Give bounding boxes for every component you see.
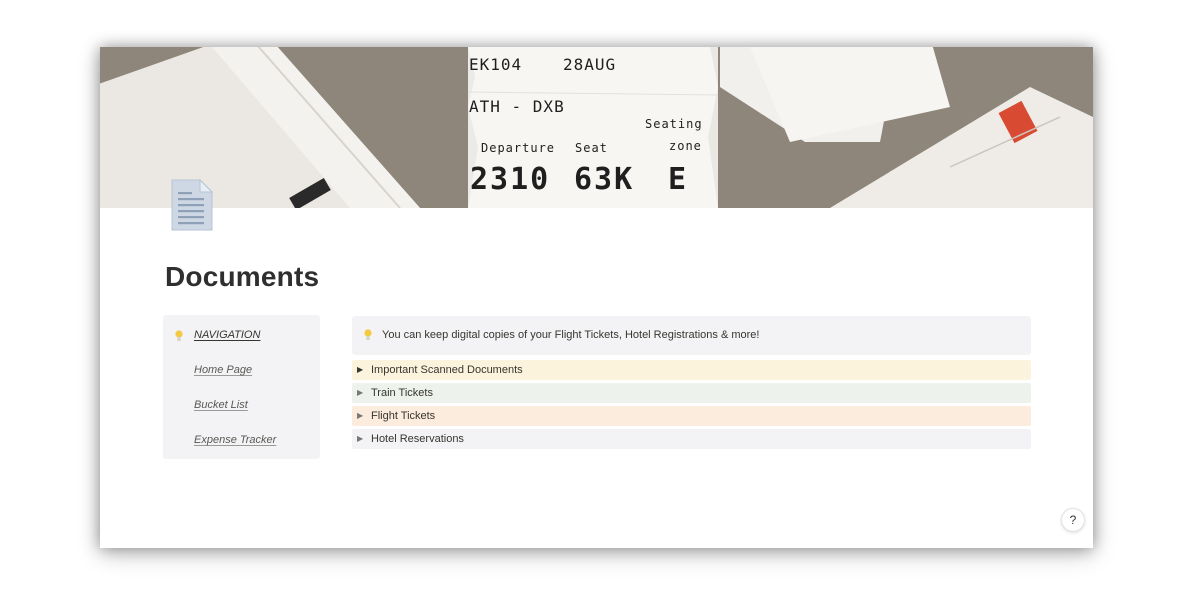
nav-link-expense-tracker[interactable]: Expense Tracker (194, 434, 276, 446)
navigation-callout: NAVIGATION Home Page Bucket List Expense… (163, 315, 320, 459)
toggle-label: Flight Tickets (371, 410, 436, 422)
toggle-arrow-icon[interactable]: ▶ (357, 387, 363, 399)
info-callout: You can keep digital copies of your Flig… (352, 316, 1031, 355)
page-title[interactable]: Documents (165, 261, 319, 293)
lightbulb-icon (364, 329, 372, 340)
toggle-arrow-icon[interactable]: ▶ (357, 410, 363, 422)
ticket-date: 28AUG (563, 55, 617, 74)
ticket-flight: EK104 (469, 55, 523, 74)
ticket-seat-value: 63K (574, 162, 635, 197)
help-button[interactable]: ? (1061, 508, 1085, 532)
ticket-route: ATH - DXB (469, 97, 565, 116)
ticket-departure-value: 2310 (470, 162, 551, 197)
navigation-heading: NAVIGATION (194, 329, 261, 341)
toggle-train-tickets[interactable]: ▶ Train Tickets (352, 383, 1031, 403)
toggle-flight-tickets[interactable]: ▶ Flight Tickets (352, 406, 1031, 426)
ticket-seating-label: Seating (645, 117, 703, 131)
ticket-seat-label: Seat (575, 141, 608, 155)
document-icon[interactable] (170, 178, 214, 232)
lightbulb-icon (175, 330, 183, 341)
toggle-label: Important Scanned Documents (371, 364, 523, 376)
cover-image[interactable]: EK104 28AUG ATH - DXB Seating Departure … (100, 47, 1093, 208)
toggle-arrow-icon[interactable]: ▶ (357, 364, 363, 376)
toggle-important-scanned-documents[interactable]: ▶ Important Scanned Documents (352, 360, 1031, 380)
ticket-zone-value: E (668, 162, 688, 197)
ticket-departure-label: Departure (481, 141, 556, 155)
nav-link-home-page[interactable]: Home Page (194, 364, 252, 376)
ticket-zone-label: zone (669, 139, 702, 153)
toggle-label: Train Tickets (371, 387, 433, 399)
toggle-arrow-icon[interactable]: ▶ (357, 433, 363, 445)
callout-text: You can keep digital copies of your Flig… (382, 329, 760, 341)
toggle-hotel-reservations[interactable]: ▶ Hotel Reservations (352, 429, 1031, 449)
toggle-label: Hotel Reservations (371, 433, 464, 445)
nav-link-bucket-list[interactable]: Bucket List (194, 399, 248, 411)
app-window: EK104 28AUG ATH - DXB Seating Departure … (100, 47, 1093, 548)
